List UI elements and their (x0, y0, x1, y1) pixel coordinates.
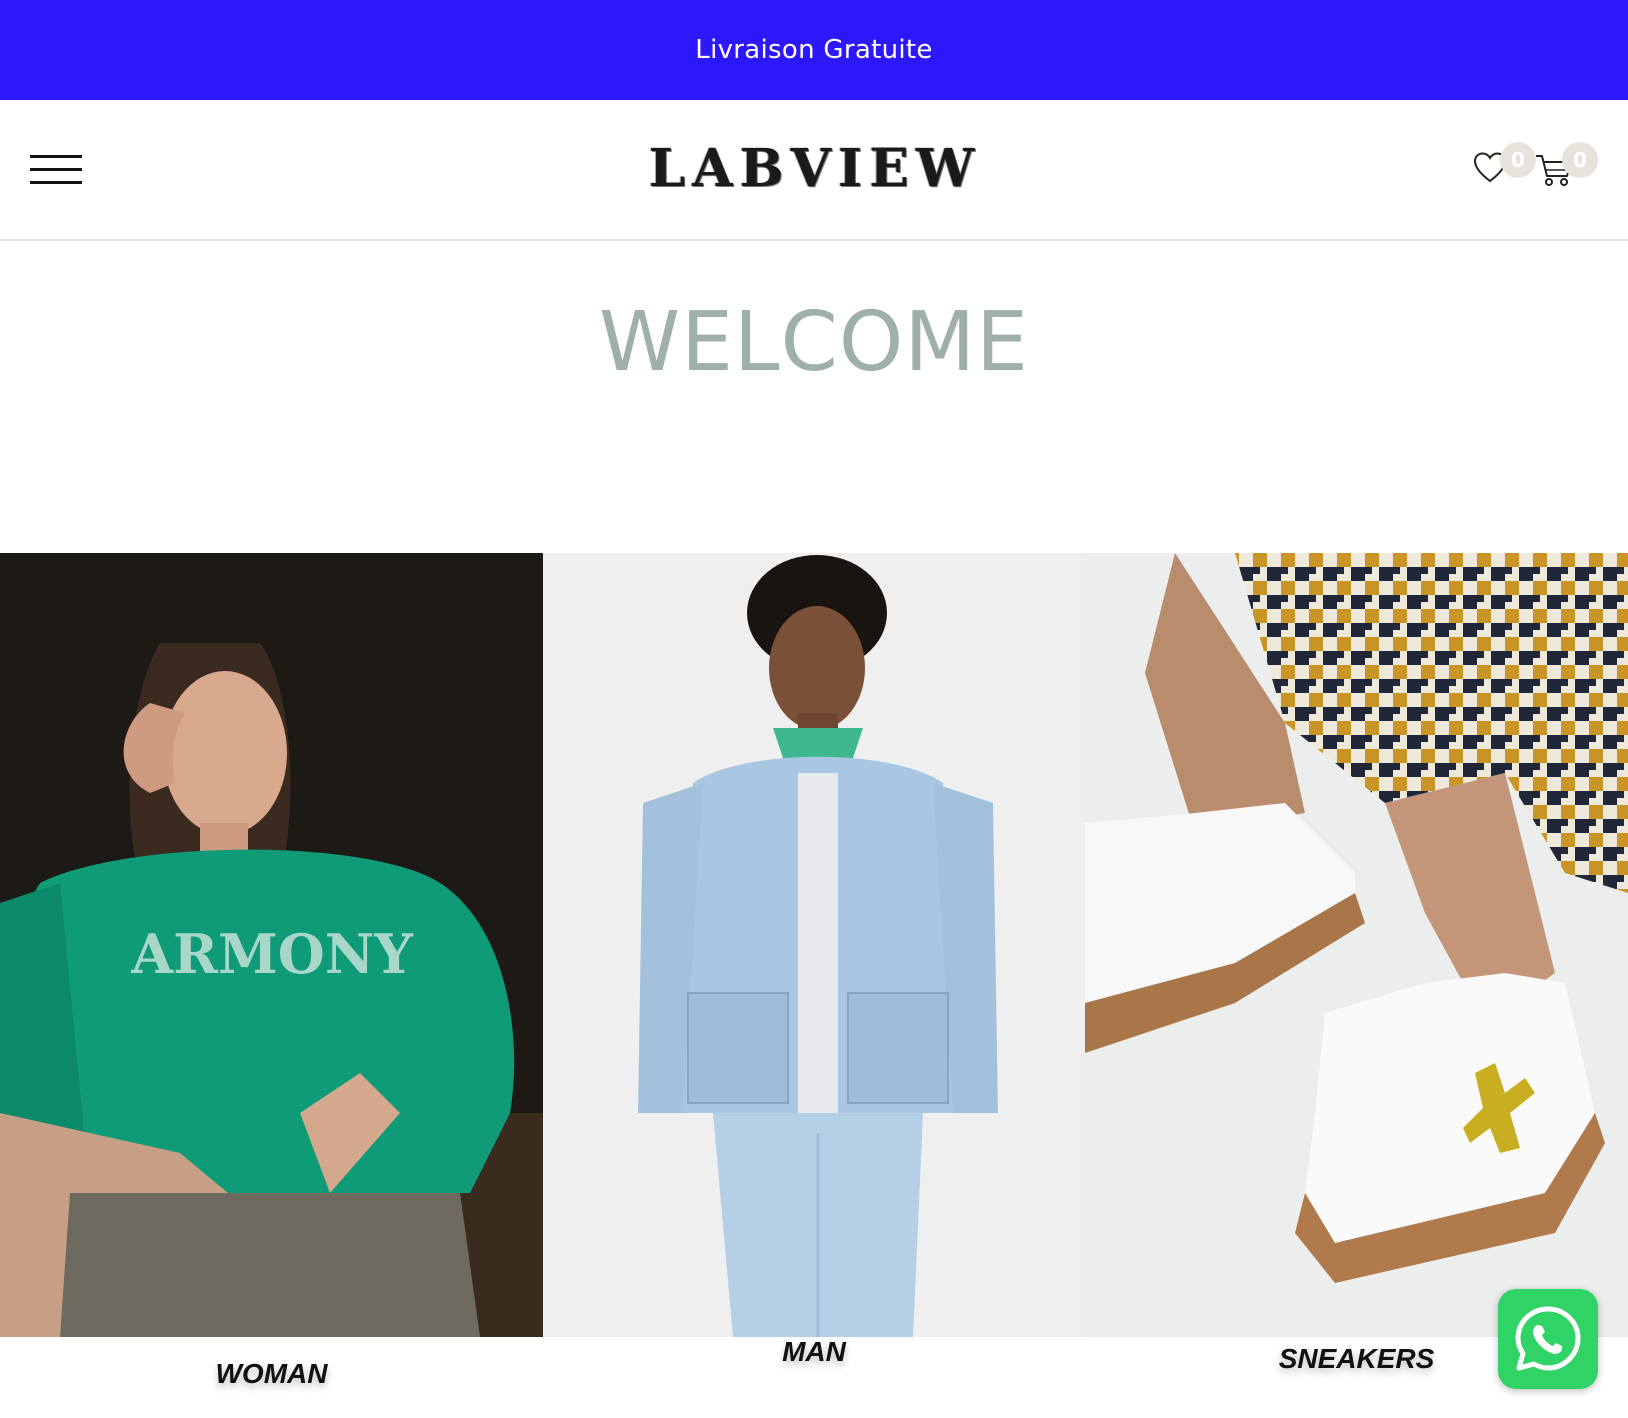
category-tile-sneakers[interactable] (1085, 553, 1628, 1337)
announcement-bar: Livraison Gratuite (0, 0, 1628, 100)
man-photo (543, 553, 1085, 1337)
category-tile-woman[interactable]: ARMONY (0, 553, 543, 1337)
site-logo[interactable]: LABVIEW (648, 138, 982, 199)
svg-text:ARMONY: ARMONY (130, 922, 414, 986)
announcement-text: Livraison Gratuite (695, 35, 933, 65)
cart-count-badge: 0 (1562, 142, 1598, 178)
welcome-heading: WELCOME (599, 295, 1029, 390)
whatsapp-icon (1515, 1306, 1581, 1371)
sneakers-photo (1085, 553, 1628, 1337)
wishlist-count-badge: 0 (1500, 142, 1536, 178)
woman-photo: ARMONY (0, 553, 543, 1337)
hamburger-menu-icon[interactable] (30, 155, 82, 185)
site-header: LABVIEW 0 0 (0, 100, 1628, 241)
whatsapp-chat-button[interactable] (1498, 1289, 1598, 1389)
category-label-man[interactable]: MAN (543, 1336, 1085, 1368)
category-label-woman[interactable]: WOMAN (0, 1358, 543, 1390)
category-tile-man[interactable] (543, 553, 1085, 1337)
